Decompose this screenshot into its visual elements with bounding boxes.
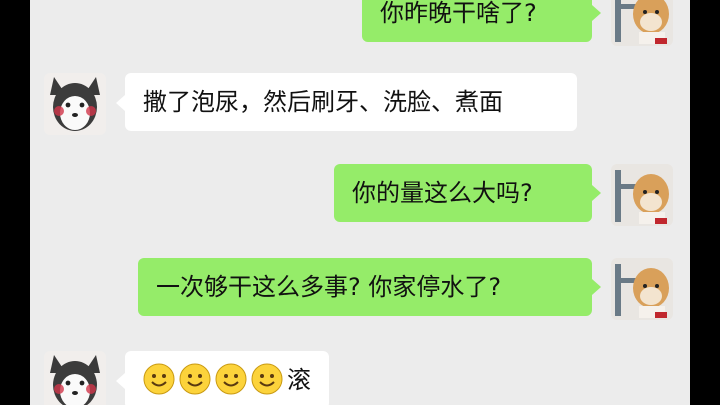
self-avatar[interactable] [611,258,673,320]
contact-avatar[interactable] [44,73,106,135]
shiba-dog-icon [611,0,673,46]
message-text: 滚 [287,366,311,394]
contact-avatar[interactable] [44,351,106,405]
message-bubble[interactable]: 一次够干这么多事? 你家停水了? [138,258,592,316]
shiba-dog-icon [611,164,673,226]
shiba-dog-icon [611,258,673,320]
bubble-tail [592,185,601,201]
smile-emoji-icon [251,363,283,395]
message-bubble[interactable]: 撒了泡尿，然后刷牙、洗脸、煮面 [125,73,577,131]
message-bubble[interactable]: 你昨晚干啥了? [362,0,592,42]
smile-emoji-icon [143,363,175,395]
self-avatar[interactable] [611,0,673,46]
bubble-tail [116,95,125,111]
self-avatar[interactable] [611,164,673,226]
bubble-tail [592,279,601,295]
husky-dog-icon [44,73,106,135]
message-bubble[interactable]: 你的量这么大吗? [334,164,592,222]
smile-emoji-icon [179,363,211,395]
smile-emoji-icon [215,363,247,395]
chat-area[interactable]: 你昨晚干啥了? 撒了泡尿，然后刷牙、洗脸、煮面 你的量这么大吗? 一次够干这么多… [30,0,690,405]
bubble-tail [592,5,601,21]
message-bubble[interactable]: 滚 [125,351,329,405]
bubble-tail [116,373,125,389]
husky-dog-icon [44,351,106,405]
